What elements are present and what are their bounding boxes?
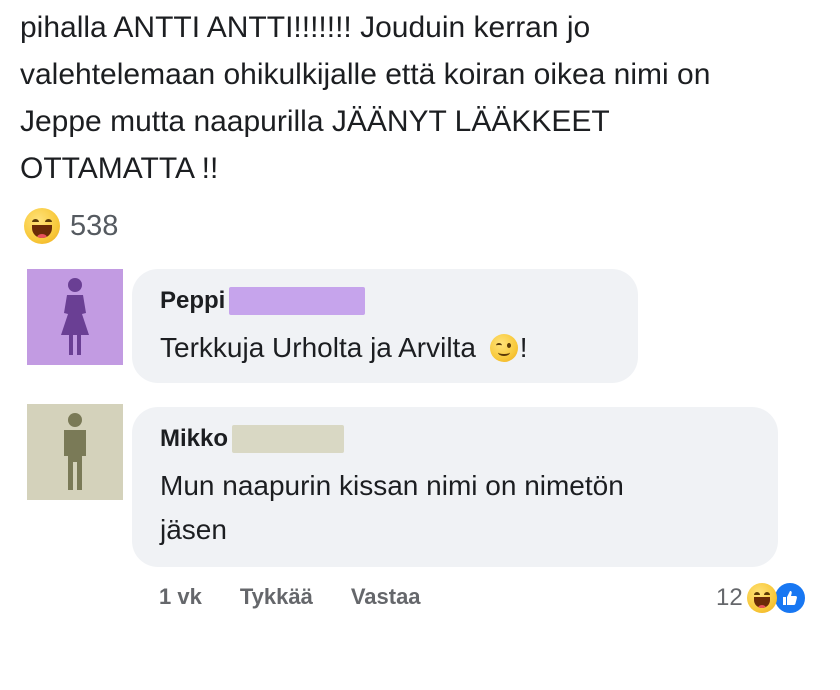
male-silhouette-icon [64, 413, 86, 490]
post-reaction-count: 538 [70, 209, 119, 242]
avatar[interactable] [27, 404, 123, 500]
winking-face-icon [489, 334, 518, 362]
redacted-surname [232, 425, 345, 453]
comment-reaction-count: 12 [716, 584, 743, 611]
comment-author[interactable]: Peppi [160, 287, 225, 315]
comment-timestamp[interactable]: 1 vk [159, 584, 202, 610]
comment-reactions[interactable]: 12 [716, 578, 807, 618]
like-icon [772, 581, 807, 615]
reply-button[interactable]: Vastaa [351, 584, 421, 610]
comment-bubble: Peppi Terkkuja Urholta ja Arvilta ! [132, 269, 638, 383]
laughing-emoji-icon [746, 583, 777, 613]
comment-text: Terkkuja Urholta ja Arvilta ! [160, 332, 528, 363]
post-text: pihalla ANTTI ANTTI!!!!!!! Jouduin kerra… [20, 11, 711, 185]
female-silhouette-icon [61, 278, 89, 355]
redacted-surname [229, 287, 366, 315]
comment-text: Mun naapurin kissan nimi on nimetön jäse… [160, 470, 624, 545]
comment-bubble: Mikko Mun naapurin kissan nimi on nimetö… [132, 407, 778, 567]
comment-actions: 1 vk Tykkää Vastaa [159, 584, 421, 610]
like-button[interactable]: Tykkää [240, 584, 313, 610]
post-reactions[interactable]: 538 [24, 206, 118, 246]
avatar[interactable] [27, 269, 123, 365]
laughing-emoji-icon [24, 208, 60, 244]
comment-author[interactable]: Mikko [160, 425, 228, 453]
